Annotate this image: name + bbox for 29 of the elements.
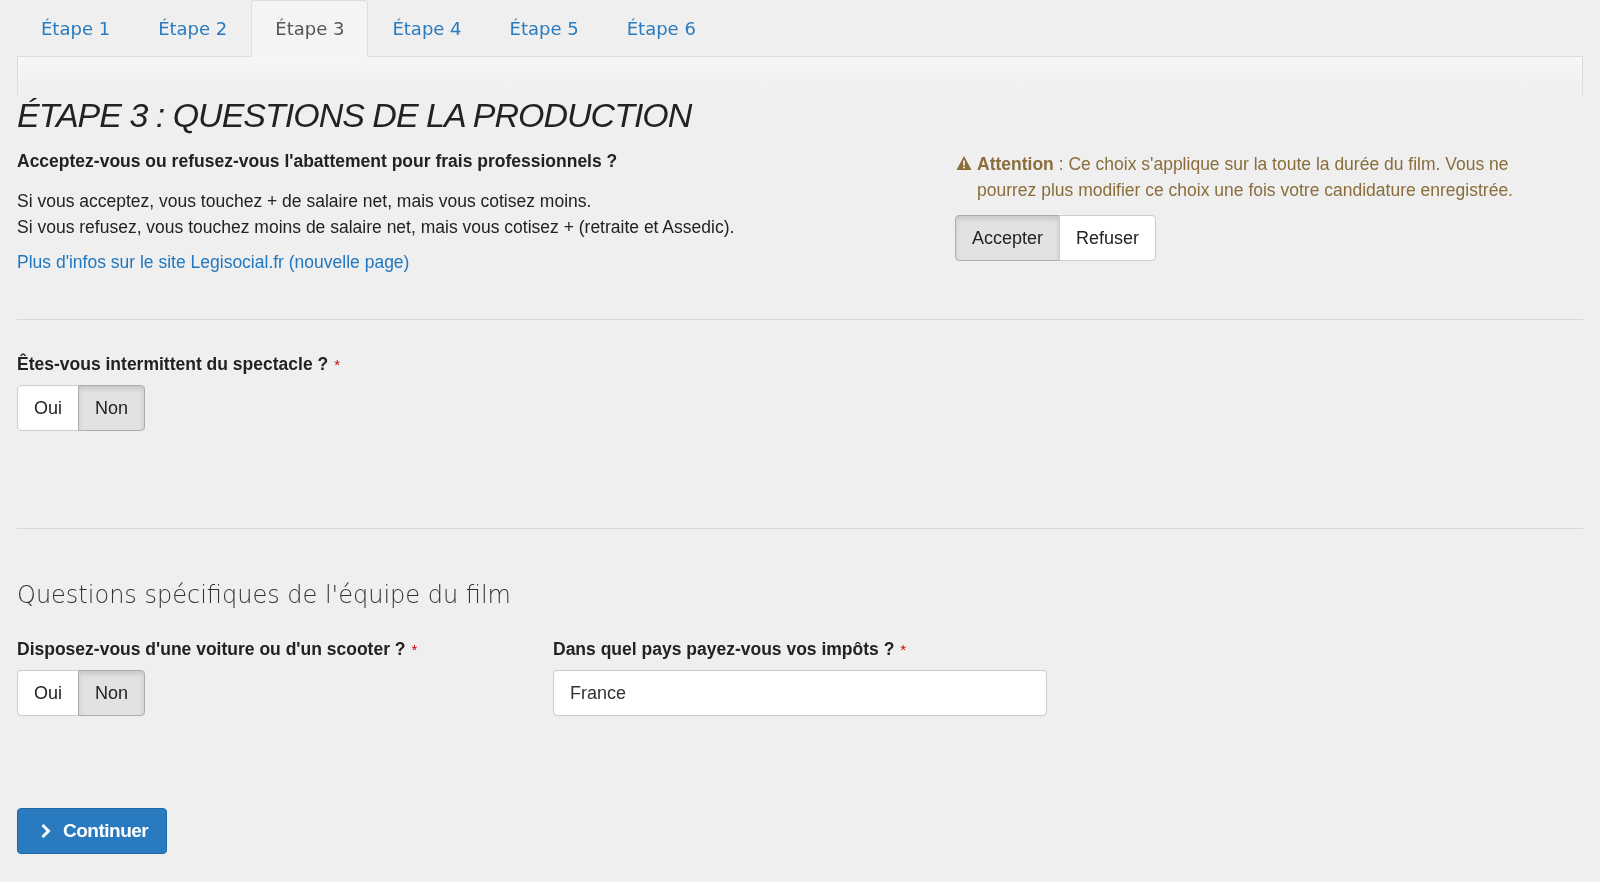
info-text: Si vous refusez, vous touchez moins de salaire net, mais vous cotisez + (retraite et Assedic).: [17, 216, 736, 239]
info-text: Si vous acceptez, vous touchez + de salaire net, mais vous cotisez moins.: [17, 190, 593, 213]
field-label: Dans quel pays payez-vous vos impôts ?: [553, 639, 895, 660]
question-label: Disposez-vous d'une voiture ou d'un scooter ?: [17, 639, 406, 660]
choice-button[interactable]: Non: [78, 385, 146, 431]
choice-button[interactable]: Oui: [17, 670, 79, 716]
info-link[interactable]: Plus d'infos sur le site Legisocial.fr (nouvelle page): [17, 252, 410, 273]
choice-button[interactable]: Refuser: [1059, 215, 1157, 261]
step-tab[interactable]: Étape 5: [485, 0, 603, 57]
warning-icon: [955, 155, 973, 171]
choice-button[interactable]: Non: [78, 670, 146, 716]
step-tab[interactable]: Étape 2: [134, 0, 252, 57]
question-label: Acceptez-vous ou refusez-vous l'abattement pour frais professionnels ?: [17, 151, 619, 172]
step-tab[interactable]: Étape 4: [368, 0, 486, 57]
country-input[interactable]: France: [553, 670, 1047, 716]
choice-button[interactable]: Oui: [17, 385, 79, 431]
step-tab[interactable]: Étape 1: [17, 0, 135, 57]
step-tab[interactable]: Étape 3: [251, 0, 369, 57]
warning-text: Attention : Ce choix s'applique sur la toute la durée du film. Vous ne pourrez plus modifier ce choix une fois votre candidature enregistrée.: [977, 153, 1514, 202]
page-heading: ÉTAPE 3 : QUESTIONS DE LA PRODUCTION: [17, 95, 694, 135]
question-label: Êtes-vous intermittent du spectacle ?: [17, 354, 329, 375]
required-mark: *: [411, 641, 418, 658]
required-mark: *: [900, 641, 907, 658]
chevron-right-icon: [40, 823, 51, 839]
section-title: Questions spécifiques de l'équipe du film: [17, 581, 512, 609]
continue-button[interactable]: Continuer: [17, 808, 168, 854]
step-tab[interactable]: Étape 6: [602, 0, 720, 57]
choice-button[interactable]: Accepter: [955, 215, 1061, 261]
required-mark: *: [334, 356, 341, 373]
